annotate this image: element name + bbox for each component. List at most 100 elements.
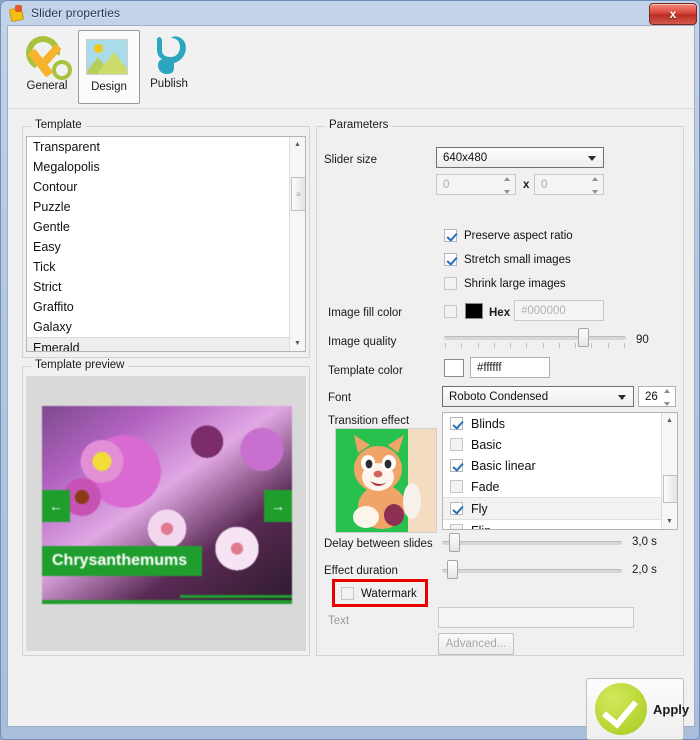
slider-size-combo[interactable]: 640x480 xyxy=(436,147,604,168)
scroll-down-icon[interactable]: ▼ xyxy=(662,514,677,529)
transition-item-label: Fly xyxy=(471,502,488,516)
preview-progress-bar xyxy=(42,600,292,604)
tab-general[interactable]: General xyxy=(16,30,78,104)
font-size-value: 26 xyxy=(645,391,658,403)
apply-button[interactable]: Apply xyxy=(586,678,684,740)
list-item[interactable]: Graffito xyxy=(27,297,289,317)
font-size-input[interactable]: 26 xyxy=(638,386,676,407)
template-list-scrollbar[interactable]: ▲ ≡ ▼ xyxy=(289,137,305,351)
slider-size-value: 640x480 xyxy=(443,152,487,164)
tab-general-label: General xyxy=(27,80,68,92)
duration-slider-track[interactable] xyxy=(442,569,622,573)
list-item[interactable]: Puzzle xyxy=(27,197,289,217)
tab-publish[interactable]: Publish xyxy=(138,30,200,104)
image-fill-color-checkbox[interactable] xyxy=(444,305,457,318)
transition-item[interactable]: Basic xyxy=(443,434,661,455)
wrench-icon xyxy=(24,34,70,78)
slider-height-input[interactable]: 0 xyxy=(534,174,604,195)
transition-item[interactable]: Fade xyxy=(443,476,661,497)
checkmark-icon xyxy=(595,683,647,735)
transition-list-scrollbar[interactable]: ▲ ▼ xyxy=(661,413,677,529)
preserve-aspect-ratio-checkbox[interactable]: Preserve aspect ratio xyxy=(444,229,573,242)
list-item[interactable]: Megalopolis xyxy=(27,157,289,177)
duration-slider-thumb[interactable] xyxy=(447,560,458,579)
checkbox-icon[interactable] xyxy=(450,480,463,493)
width-stepper[interactable] xyxy=(500,177,513,194)
checkbox-icon xyxy=(444,253,457,266)
close-button[interactable]: x xyxy=(649,3,697,25)
chevron-down-icon xyxy=(618,395,626,400)
tab-design[interactable]: Design xyxy=(78,30,140,104)
image-fill-color-swatch[interactable] xyxy=(465,303,483,319)
template-group-title: Template xyxy=(31,119,86,131)
scroll-up-icon[interactable]: ▲ xyxy=(662,413,677,428)
shrink-large-images-checkbox[interactable]: Shrink large images xyxy=(444,277,566,290)
list-item[interactable]: Easy xyxy=(27,237,289,257)
preview-prev-arrow[interactable]: ← xyxy=(42,490,70,522)
transition-item-label: Basic linear xyxy=(471,459,536,473)
transition-effect-list[interactable]: Blinds Basic Basic linear Fade Fly xyxy=(442,412,678,530)
font-combo[interactable]: Roboto Condensed xyxy=(442,386,634,407)
advanced-button[interactable]: Advanced... xyxy=(438,633,514,655)
watermark-text-label: Text xyxy=(328,615,349,627)
height-stepper[interactable] xyxy=(588,177,601,194)
checkbox-icon[interactable] xyxy=(450,502,463,515)
image-fill-hex-input[interactable]: #000000 xyxy=(514,300,604,321)
list-item[interactable]: Transparent xyxy=(27,137,289,157)
delay-slider-track[interactable] xyxy=(442,541,622,545)
watermark-checkbox[interactable]: Watermark xyxy=(341,587,417,600)
image-quality-ticks xyxy=(445,343,625,348)
template-preview-title: Template preview xyxy=(31,359,128,371)
apply-button-label: Apply xyxy=(653,702,689,717)
slider-width-input[interactable]: 0 xyxy=(436,174,516,195)
image-quality-value: 90 xyxy=(636,334,649,346)
delay-slider-thumb[interactable] xyxy=(449,533,460,552)
stretch-small-images-label: Stretch small images xyxy=(464,254,571,266)
transition-item-selected[interactable]: Fly xyxy=(443,497,661,520)
checkbox-icon[interactable] xyxy=(450,459,463,472)
template-color-hex-input[interactable]: #ffffff xyxy=(470,357,550,378)
size-separator: x xyxy=(523,179,529,191)
watermark-text-input[interactable] xyxy=(438,607,634,628)
effect-duration-value: 2,0 s xyxy=(632,564,657,576)
watermark-label: Watermark xyxy=(361,588,417,600)
list-item[interactable]: Galaxy xyxy=(27,317,289,337)
transition-item-label: Blinds xyxy=(471,417,505,431)
chevron-down-icon xyxy=(588,156,596,161)
transition-item[interactable]: Flip xyxy=(443,520,661,530)
transition-item[interactable]: Basic linear xyxy=(443,455,661,476)
checkbox-icon xyxy=(444,277,457,290)
checkbox-icon[interactable] xyxy=(450,438,463,451)
picture-icon xyxy=(86,35,132,79)
preview-progress-segment xyxy=(180,595,292,598)
delay-between-slides-label: Delay between slides xyxy=(324,538,433,550)
font-size-stepper[interactable] xyxy=(660,389,673,406)
scroll-up-icon[interactable]: ▲ xyxy=(290,137,305,152)
transition-item-label: Fade xyxy=(471,480,500,494)
template-color-swatch[interactable] xyxy=(444,359,464,377)
list-item[interactable]: Contour xyxy=(27,177,289,197)
template-listbox[interactable]: Transparent Megalopolis Contour Puzzle G… xyxy=(26,136,306,352)
effect-duration-label: Effect duration xyxy=(324,565,398,577)
list-item[interactable]: Tick xyxy=(27,257,289,277)
slider-size-label: Slider size xyxy=(324,154,377,166)
checkbox-icon[interactable] xyxy=(450,524,463,530)
checkbox-icon xyxy=(341,587,354,600)
cat-upload-icon xyxy=(149,34,189,76)
transition-effect-label: Transition effect xyxy=(328,415,409,427)
list-item[interactable]: Strict xyxy=(27,277,289,297)
stretch-small-images-checkbox[interactable]: Stretch small images xyxy=(444,253,571,266)
scrollbar-thumb[interactable]: ≡ xyxy=(291,177,306,211)
image-quality-track[interactable] xyxy=(444,336,626,340)
transition-item[interactable]: Blinds xyxy=(443,413,661,434)
list-item-selected[interactable]: Emerald xyxy=(27,337,289,352)
dialog-body: General Design Publish xyxy=(7,25,695,727)
checkbox-icon[interactable] xyxy=(450,417,463,430)
slider-width-value: 0 xyxy=(443,179,449,191)
list-item[interactable]: Gentle xyxy=(27,217,289,237)
preview-next-arrow[interactable]: → xyxy=(264,490,292,522)
scroll-down-icon[interactable]: ▼ xyxy=(290,336,305,351)
scrollbar-thumb[interactable] xyxy=(663,475,678,503)
transition-item-label: Flip xyxy=(471,524,491,531)
transition-preview-thumbnail xyxy=(335,428,437,533)
